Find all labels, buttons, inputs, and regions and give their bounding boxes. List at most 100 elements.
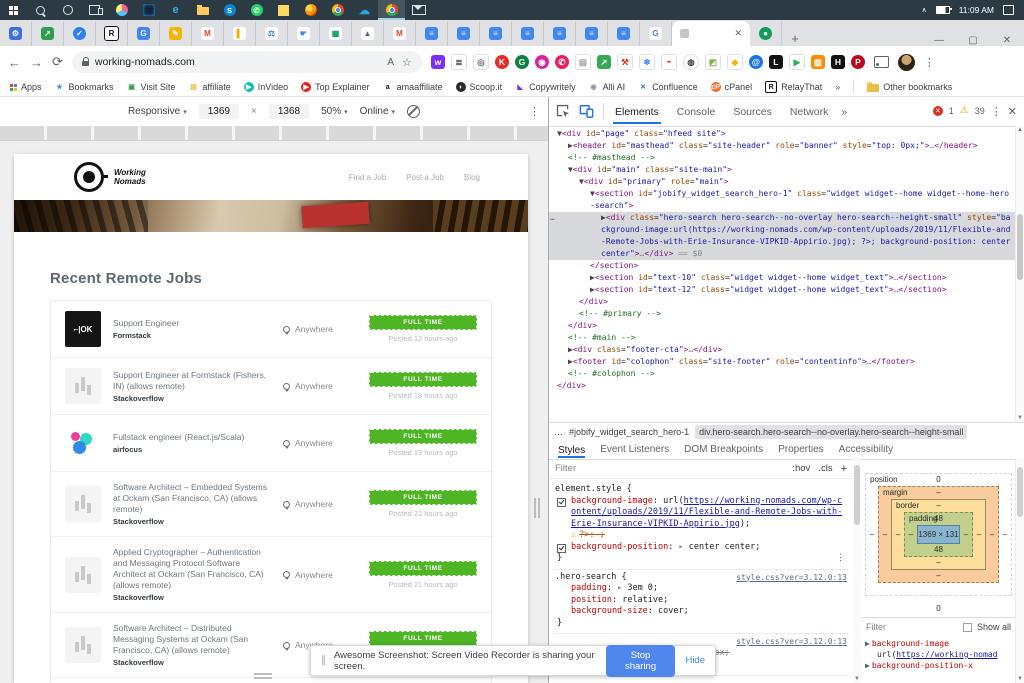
- forward-button[interactable]: →: [30, 55, 43, 70]
- property-name[interactable]: padding: [571, 583, 607, 593]
- browser-tab[interactable]: ✓: [64, 21, 96, 46]
- inspect-element-icon[interactable]: [556, 104, 570, 118]
- toggle-device-toolbar-icon[interactable]: [579, 104, 594, 118]
- browser-tab[interactable]: ≡: [480, 21, 512, 46]
- active-tab[interactable]: ✕: [672, 21, 750, 46]
- viewport-width-input[interactable]: 1369: [199, 104, 239, 119]
- extension-icon[interactable]: ❄: [639, 54, 655, 70]
- dom-node[interactable]: </div>: [549, 380, 1016, 392]
- browser-tab[interactable]: ⚖: [256, 21, 288, 46]
- browser-tab[interactable]: ≡: [512, 21, 544, 46]
- site-logo-icon[interactable]: [74, 162, 104, 192]
- bookmark-item[interactable]: aamaaffiliate: [383, 82, 443, 92]
- bookmark-item[interactable]: ✕Confluence: [638, 82, 698, 92]
- taskbar-icon-mail[interactable]: [405, 0, 432, 20]
- extension-icon[interactable]: ≣: [451, 54, 467, 70]
- computed-property[interactable]: ▶background-position-x: [865, 660, 1012, 671]
- bookmark-item[interactable]: ▣Visit Site: [127, 82, 176, 92]
- breadcrumb-item[interactable]: #jobify_widget_search_hero-1: [569, 427, 689, 437]
- taskbar-icon-photos-wheel[interactable]: [108, 0, 135, 20]
- devtools-tab-elements[interactable]: Elements: [613, 99, 661, 124]
- browser-tab[interactable]: ●: [750, 21, 782, 46]
- css-url-link[interactable]: https://working-nomad: [896, 650, 997, 659]
- site-nav-link[interactable]: Find a Job: [349, 173, 386, 182]
- dom-node[interactable]: </div>: [549, 320, 1016, 332]
- box-model-value-right[interactable]: –: [960, 525, 972, 544]
- devtools-tab-sources[interactable]: Sources: [731, 99, 774, 124]
- box-model-position-bottom[interactable]: 0: [861, 602, 1016, 617]
- job-title[interactable]: Support Engineer: [113, 318, 273, 329]
- bookmark-item[interactable]: ◉Alli AI: [589, 82, 626, 92]
- browser-tab[interactable]: ✎: [160, 21, 192, 46]
- new-tab-button[interactable]: +: [782, 31, 808, 46]
- dom-node[interactable]: ▶<section id="text-10" class="widget wid…: [549, 272, 1016, 284]
- extension-icon[interactable]: ◩: [705, 54, 721, 70]
- browser-tab[interactable]: ≡: [448, 21, 480, 46]
- css-property[interactable]: background-image: url(https://working-no…: [555, 496, 847, 531]
- devtools-menu-icon[interactable]: ⋮: [991, 105, 1002, 118]
- browser-tab[interactable]: G: [128, 21, 160, 46]
- extension-icon[interactable]: ▤: [575, 54, 591, 70]
- dom-node[interactable]: ▼<section id="jobify_widget_search_hero-…: [549, 188, 1016, 212]
- styles-filter-input[interactable]: Filter: [555, 463, 576, 474]
- devtools-tab-network[interactable]: Network: [788, 99, 831, 124]
- dom-node[interactable]: ▶<section id="text-12" class="widget wid…: [549, 284, 1016, 296]
- job-title[interactable]: Software Architect – Distributed Messagi…: [113, 623, 273, 656]
- box-model-value-right[interactable]: –: [973, 512, 985, 557]
- computed-filter-input[interactable]: Filter: [866, 622, 886, 632]
- dom-node[interactable]: <!-- #colophon -->: [549, 368, 1016, 380]
- box-model-value-bottom[interactable]: –: [879, 570, 998, 582]
- computed-scrollbar[interactable]: ▼: [1015, 459, 1024, 683]
- browser-menu-icon[interactable]: ⋮: [924, 56, 935, 69]
- extension-icon[interactable]: ◎: [473, 54, 489, 70]
- expand-icon[interactable]: ▸: [678, 542, 688, 552]
- dom-node[interactable]: ▶<div class="footer-cta">…</div>: [549, 344, 1016, 356]
- browser-tab[interactable]: ≡: [416, 21, 448, 46]
- extension-icon[interactable]: L: [769, 55, 783, 69]
- media-query-ruler[interactable]: [0, 126, 548, 141]
- box-model-margin[interactable]: margin––border––padding48–1369 × 131–48–…: [878, 486, 999, 583]
- new-style-rule-button[interactable]: +: [841, 463, 847, 475]
- network-throttle-select[interactable]: Online▾: [360, 106, 395, 117]
- job-row[interactable]: Software Architect – Embedded Systems at…: [51, 472, 491, 537]
- extension-icon[interactable]: G: [515, 55, 529, 69]
- extension-icon[interactable]: ◍: [683, 54, 699, 70]
- viewport-height-input[interactable]: 1368: [269, 104, 309, 119]
- extension-icon[interactable]: w: [431, 55, 445, 69]
- tray-chevron-icon[interactable]: ∧: [922, 6, 927, 14]
- dom-node[interactable]: ▼<div id="main" class="site-main">: [549, 164, 1016, 176]
- error-count[interactable]: 1: [949, 106, 954, 116]
- css-property[interactable]: position: relative;: [555, 595, 847, 607]
- bookmark-item[interactable]: ◗Scoop.it: [456, 82, 503, 92]
- browser-tab[interactable]: M: [384, 21, 416, 46]
- stylesheet-link[interactable]: style.css?ver=3.12.0:13: [736, 572, 847, 584]
- cast-icon[interactable]: [874, 56, 889, 68]
- taskbar-icon-onedrive[interactable]: ☁: [351, 0, 378, 20]
- bookmark-item[interactable]: cPcPanel: [711, 82, 753, 92]
- breadcrumb-item[interactable]: …: [554, 427, 563, 437]
- expand-icon[interactable]: ▶: [865, 661, 870, 670]
- css-property[interactable]: background-size: cover;: [555, 606, 847, 618]
- browser-tab[interactable]: ≡: [608, 21, 640, 46]
- extension-icon[interactable]: ↗: [597, 55, 611, 69]
- close-button[interactable]: ✕: [990, 35, 1024, 46]
- taskbar-icon-start[interactable]: [0, 0, 27, 20]
- stylesheet-link[interactable]: style.css?ver=3.12.0:13: [736, 636, 847, 648]
- job-row[interactable]: ⌐|OKSupport EngineerFormstackAnywhereFUL…: [51, 301, 491, 358]
- warning-icon[interactable]: ⚠: [960, 106, 969, 116]
- taskbar-icon-chrome-active[interactable]: [378, 0, 405, 20]
- browser-tab[interactable]: M: [192, 21, 224, 46]
- dom-tree-scrollbar[interactable]: ▲ ▼: [1015, 126, 1024, 422]
- dom-node[interactable]: ▶<header id="masthead" class="site-heade…: [549, 140, 1016, 152]
- bookmark-star-icon[interactable]: ☆: [402, 56, 412, 69]
- box-model-value-bottom[interactable]: [866, 583, 1011, 595]
- site-nav-link[interactable]: Blog: [464, 173, 480, 182]
- taskbar-icon-skype[interactable]: S: [216, 0, 243, 20]
- property-name[interactable]: background-size: [571, 606, 648, 616]
- element-classes-button[interactable]: .cls: [818, 463, 832, 474]
- dom-node[interactable]: <!-- #primary -->: [549, 308, 1016, 320]
- extension-icon[interactable]: @: [749, 55, 763, 69]
- box-model-value-right[interactable]: –: [999, 486, 1011, 583]
- box-model-content[interactable]: 1369 × 131: [917, 525, 960, 544]
- device-mode-select[interactable]: Responsive▾: [128, 106, 187, 117]
